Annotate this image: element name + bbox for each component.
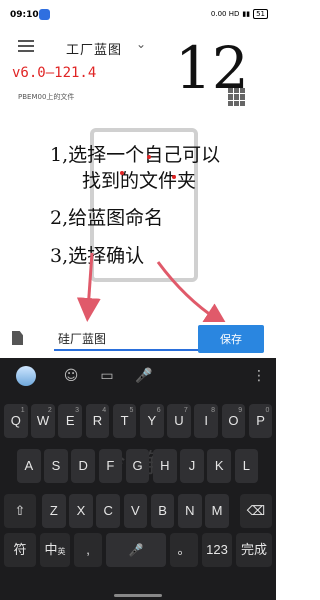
key-d[interactable]: D <box>71 449 95 483</box>
save-button[interactable]: 保存 <box>198 325 264 353</box>
key-a[interactable]: A <box>17 449 41 483</box>
key-label: F <box>106 458 115 473</box>
key-number-hint: 3 <box>75 407 79 414</box>
period-key[interactable]: 。 <box>170 533 198 567</box>
key-number-hint: 2 <box>47 407 52 414</box>
blueprint-name-input[interactable] <box>54 327 198 351</box>
key-k[interactable]: K <box>207 449 231 483</box>
key-number-hint: 8 <box>211 407 215 414</box>
key-q[interactable]: Q1 <box>4 404 28 438</box>
key-label: U <box>174 413 184 428</box>
key-label: X <box>76 503 86 518</box>
key-h[interactable]: H <box>153 449 177 483</box>
key-label: V <box>131 503 140 518</box>
key-label: Q <box>10 413 21 428</box>
key-label: R <box>92 413 103 428</box>
chinese-key-label: 中 <box>44 542 58 557</box>
key-number-hint: 0 <box>265 407 270 414</box>
key-label: H <box>160 458 170 473</box>
key-number-hint: 4 <box>102 407 107 414</box>
key-label: Z <box>49 503 58 518</box>
arrow-to-save-button <box>156 261 229 327</box>
key-number-hint: 5 <box>129 407 134 414</box>
key-label: O <box>228 413 239 428</box>
key-o[interactable]: O9 <box>221 404 246 438</box>
key-number-hint: 6 <box>156 407 161 414</box>
key-v[interactable]: V <box>123 494 148 528</box>
key-label: K <box>214 458 224 473</box>
key-e[interactable]: E3 <box>58 404 82 438</box>
key-y[interactable]: Y6 <box>140 404 164 438</box>
symbols-key[interactable]: 符 <box>4 533 36 567</box>
key-label: B <box>158 503 167 518</box>
keyboard-toolbar: ☺ ▭ 🎤 ⋮ <box>0 358 276 394</box>
key-label: P <box>256 413 265 428</box>
key-g[interactable]: G <box>125 449 150 483</box>
key-z[interactable]: Z <box>42 494 66 528</box>
key-w[interactable]: W2 <box>31 404 55 438</box>
key-label: C <box>103 503 113 518</box>
key-s[interactable]: S <box>44 449 68 483</box>
key-label: G <box>132 458 143 473</box>
microphone-icon[interactable]: 🎤 <box>135 367 153 385</box>
key-label: E <box>65 413 75 428</box>
space-mic-icon: 🎤 <box>128 543 144 557</box>
key-label: Y <box>147 413 157 428</box>
key-label: T <box>120 413 129 428</box>
key-c[interactable]: C <box>96 494 120 528</box>
shift-key[interactable]: ⇧ <box>4 494 36 528</box>
comma-key[interactable]: , <box>74 533 102 567</box>
key-r[interactable]: R4 <box>85 404 110 438</box>
arrow-to-name-field <box>76 252 101 322</box>
numbers-key[interactable]: 123 <box>202 533 232 567</box>
english-key-hint: 英 <box>57 547 66 556</box>
key-label: S <box>51 458 61 473</box>
key-x[interactable]: X <box>69 494 93 528</box>
key-label: A <box>24 458 34 473</box>
chinese-english-key[interactable]: 中英 <box>40 533 70 567</box>
keyboard-gif-icon[interactable]: ▭ <box>98 367 116 385</box>
key-label: D <box>78 458 88 473</box>
file-icon <box>12 331 23 345</box>
key-j[interactable]: J <box>180 449 204 483</box>
key-b[interactable]: B <box>150 494 175 528</box>
key-f[interactable]: F <box>98 449 123 483</box>
key-l[interactable]: L <box>234 449 259 483</box>
key-n[interactable]: N <box>178 494 202 528</box>
key-p[interactable]: P0 <box>248 404 273 438</box>
key-label: M <box>211 503 223 518</box>
space-key[interactable]: 🎤 <box>106 533 166 567</box>
gesture-bar <box>114 594 162 597</box>
key-m[interactable]: M <box>205 494 229 528</box>
key-i[interactable]: I8 <box>194 404 218 438</box>
more-options-icon[interactable]: ⋮ <box>250 367 268 385</box>
key-label: J <box>188 458 196 473</box>
key-u[interactable]: U7 <box>167 404 191 438</box>
key-label: L <box>242 458 250 473</box>
filename-row: 保存 <box>0 322 276 358</box>
key-label: N <box>185 503 195 518</box>
key-t[interactable]: T5 <box>112 404 137 438</box>
soft-keyboard: ☺ ▭ 🎤 ⋮ 冷静 Q1W2E3R4T5Y6U7I8O9P0 ASDFGHJK… <box>0 358 276 600</box>
key-number-hint: 9 <box>238 407 243 414</box>
key-number-hint: 7 <box>183 407 188 414</box>
done-key[interactable]: 完成 <box>236 533 272 567</box>
key-label: I <box>204 413 208 428</box>
backspace-key[interactable]: ⌫ <box>240 494 272 528</box>
emoji-icon[interactable]: ☺ <box>62 367 80 385</box>
keyboard-theme-icon[interactable] <box>16 366 36 386</box>
key-number-hint: 1 <box>20 407 25 414</box>
